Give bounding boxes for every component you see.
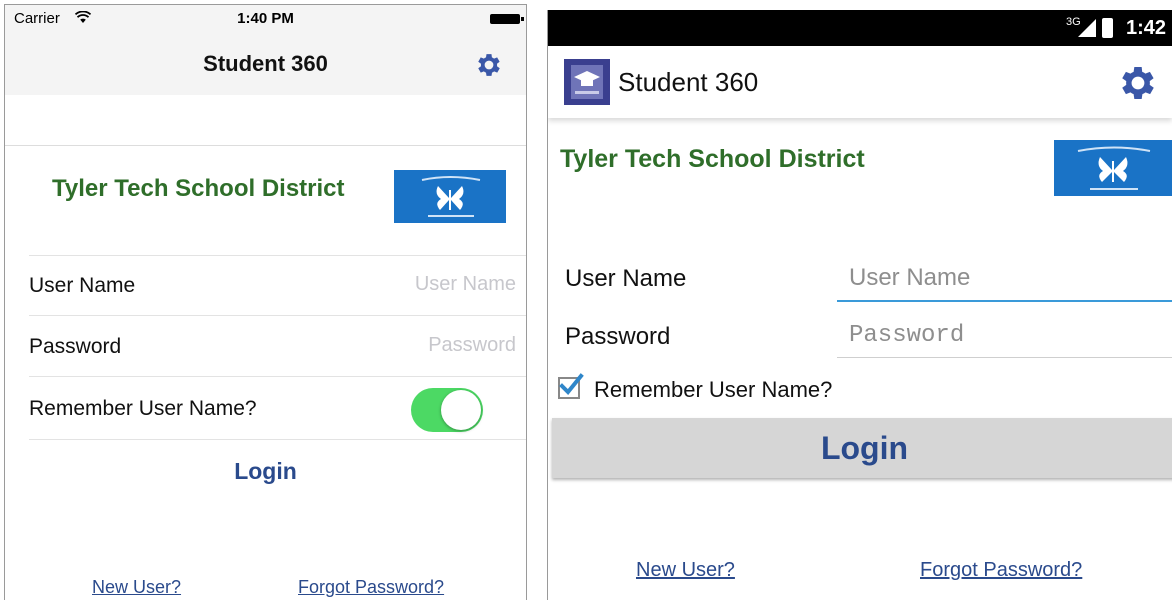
ios-nav-bar: Student 360 [5,33,526,95]
password-label: Password [29,335,122,358]
battery-icon [490,14,524,24]
username-label: User Name [565,265,687,292]
username-input[interactable] [314,272,518,297]
password-input[interactable] [314,333,518,358]
school-logo [1054,140,1172,196]
battery-icon [1102,18,1113,38]
new-user-link[interactable]: New User? [636,559,735,582]
app-title: Student 360 [618,67,759,97]
login-button[interactable]: Login [552,418,1172,478]
username-input[interactable] [837,264,1172,302]
gear-icon[interactable] [1116,61,1160,110]
remember-label: Remember User Name? [29,397,257,420]
checkmark-icon [559,373,584,395]
ios-status-bar: Carrier 1:40 PM [5,5,526,33]
status-time: 1:42 [1126,17,1167,39]
password-input[interactable] [837,322,1172,358]
toggle-knob [441,390,481,430]
password-row: Password [29,315,526,376]
gear-icon[interactable] [474,50,504,85]
ios-header-spacer [5,95,526,146]
remember-toggle[interactable] [411,388,483,432]
signal-icon [1078,19,1096,42]
android-toolbar: Student 360 [548,46,1172,118]
username-row: User Name [29,255,526,316]
password-label: Password [565,323,671,350]
remember-checkbox[interactable] [558,373,584,399]
login-button[interactable]: Login [5,457,526,486]
android-status-bar: 3G 1:42 [548,10,1172,46]
forgot-password-link[interactable]: Forgot Password? [298,577,444,598]
new-user-link[interactable]: New User? [92,577,181,598]
username-label: User Name [29,274,136,297]
school-logo [394,170,506,223]
status-time: 1:40 PM [237,10,294,27]
district-name: Tyler Tech School District [560,145,865,173]
ios-screen: Carrier 1:40 PM Student 360 Tyler Tech S… [4,4,527,600]
app-title: Student 360 [203,51,328,76]
remember-label: Remember User Name? [594,377,833,402]
app-logo-icon [564,59,610,105]
district-name: Tyler Tech School District [52,175,345,202]
android-screen: 3G 1:42 Student 360 Tyler Tech School Di… [547,10,1172,600]
forgot-password-link[interactable]: Forgot Password? [920,559,1082,582]
